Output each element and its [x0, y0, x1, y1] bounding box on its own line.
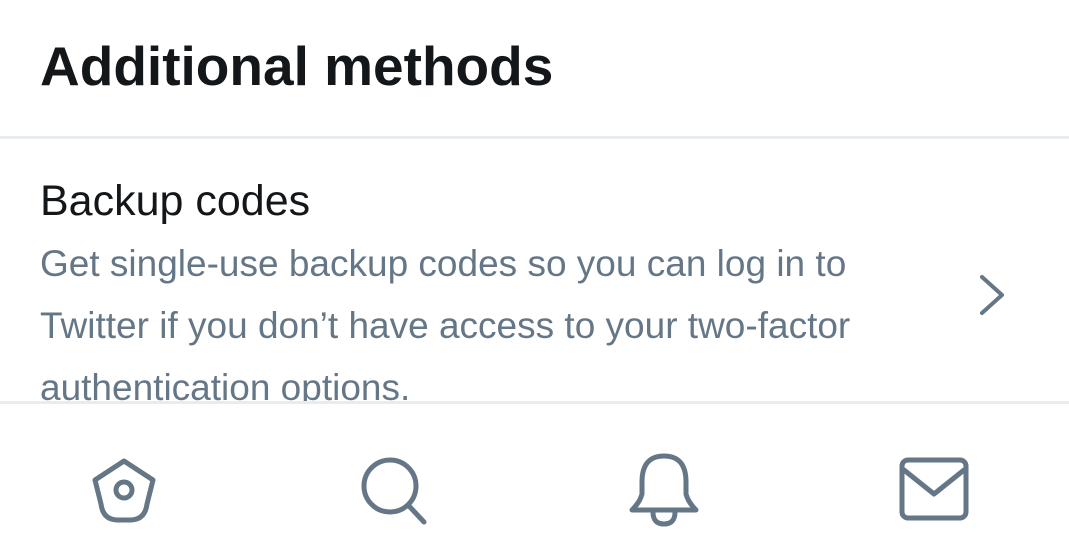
chevron-right-icon [980, 275, 1004, 315]
method-title: Backup codes [40, 177, 311, 225]
backup-codes-item[interactable]: Backup codes Get single-use backup codes… [0, 139, 1069, 401]
bell-icon [629, 453, 699, 527]
tab-notifications[interactable] [622, 450, 706, 534]
search-icon [361, 457, 427, 525]
home-icon [92, 458, 156, 523]
tab-home[interactable] [82, 450, 166, 534]
tab-search[interactable] [352, 450, 436, 534]
section-header: Additional methods [0, 0, 1069, 136]
bottom-tab-bar [0, 404, 1069, 560]
mail-icon [899, 457, 969, 521]
tab-messages[interactable] [892, 450, 976, 534]
method-description: Get single-use backup codes so you can l… [40, 243, 851, 401]
settings-page: Additional methods Backup codes Get sing… [0, 0, 1069, 560]
section-title: Additional methods [40, 35, 554, 97]
